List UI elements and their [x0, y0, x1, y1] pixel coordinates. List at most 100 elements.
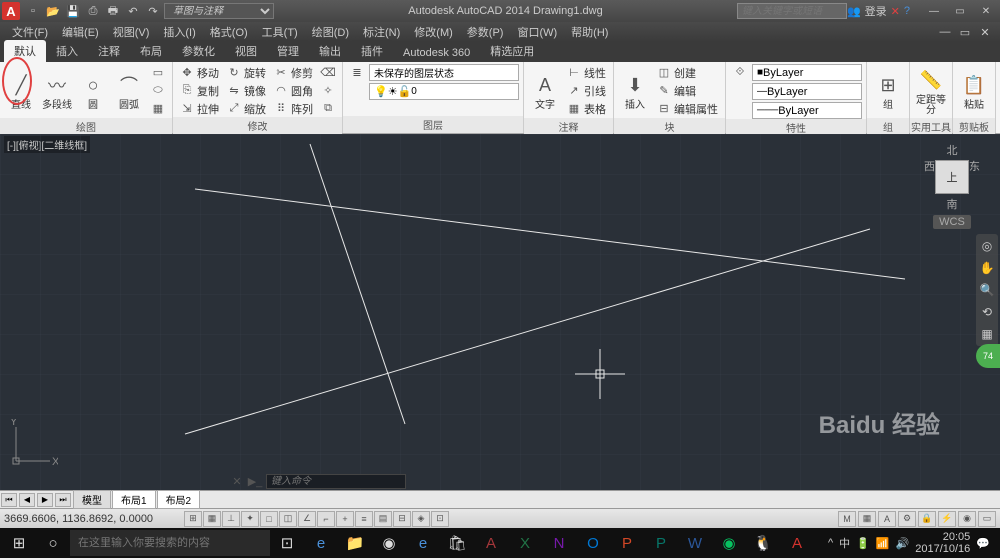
qp-toggle[interactable]: ⊟	[393, 511, 411, 527]
menu-tools[interactable]: 工具(T)	[256, 22, 304, 42]
measure-button[interactable]: 📏定距等分	[914, 64, 948, 118]
start-button[interactable]: ⊞	[2, 528, 36, 558]
viewcube-top[interactable]: 上	[935, 160, 969, 194]
linear-dim-button[interactable]: ⊢线性	[564, 64, 609, 81]
edit-block-button[interactable]: ✎编辑	[654, 82, 721, 99]
am-toggle[interactable]: ⊡	[431, 511, 449, 527]
viewcube[interactable]: 北 西上东 南 WCS	[922, 142, 982, 212]
tray-up-icon[interactable]: ^	[828, 537, 833, 549]
arc-button[interactable]: ⌒圆弧	[112, 64, 146, 118]
workspace-selector[interactable]: 草图与注释	[164, 3, 274, 19]
login-link[interactable]: 登录	[865, 3, 887, 19]
doc-minimize-button[interactable]: —	[936, 23, 954, 41]
app-publisher-icon[interactable]: P	[644, 528, 678, 558]
tab-manage[interactable]: 管理	[267, 40, 309, 62]
text-button[interactable]: A文字	[528, 64, 562, 118]
grid-toggle[interactable]: ▦	[203, 511, 221, 527]
app-store-icon[interactable]: 🛍	[440, 528, 474, 558]
3dosnap-toggle[interactable]: ◫	[279, 511, 297, 527]
tab-layout1[interactable]: 布局1	[112, 490, 156, 509]
isolate-button[interactable]: ◉	[958, 511, 976, 527]
doc-close-button[interactable]: ✕	[976, 23, 994, 41]
qv-button[interactable]: ▦	[858, 511, 876, 527]
tab-plugins[interactable]: 插件	[351, 40, 393, 62]
showmotion-icon[interactable]: ▦	[978, 325, 996, 343]
app-logo[interactable]: A	[2, 2, 20, 20]
tab-featured[interactable]: 精选应用	[480, 40, 544, 62]
tab-model[interactable]: 模型	[73, 490, 111, 509]
menu-insert[interactable]: 插入(I)	[157, 22, 201, 42]
app-wechat-icon[interactable]: ◉	[712, 528, 746, 558]
app-edge-icon[interactable]: e	[406, 528, 440, 558]
array-button[interactable]: ⠿阵列	[271, 100, 316, 117]
layer-state-combo[interactable]: 未保存的图层状态	[369, 64, 519, 81]
polar-toggle[interactable]: ✦	[241, 511, 259, 527]
group-button[interactable]: ⊞组	[871, 64, 905, 118]
mirror-button[interactable]: ⇋镜像	[224, 82, 269, 99]
polyline-button[interactable]: 〰多段线	[40, 64, 74, 118]
tab-parametric[interactable]: 参数化	[172, 40, 225, 62]
undo-icon[interactable]: ↶	[124, 2, 142, 20]
rotate-button[interactable]: ↻旋转	[224, 64, 269, 81]
app-ie-icon[interactable]: e	[304, 528, 338, 558]
create-block-button[interactable]: ◫创建	[654, 64, 721, 81]
doc-restore-button[interactable]: ▭	[956, 23, 974, 41]
scale-button[interactable]: ⤢缩放	[224, 100, 269, 117]
ortho-toggle[interactable]: ⊥	[222, 511, 240, 527]
line-button[interactable]: ╱直线	[4, 64, 38, 118]
match-props-button[interactable]: ⟐	[730, 64, 750, 81]
viewcube-north[interactable]: 北	[947, 142, 958, 158]
clean-screen-button[interactable]: ▭	[978, 511, 996, 527]
menu-edit[interactable]: 编辑(E)	[56, 22, 105, 42]
tray-wifi-icon[interactable]: 📶	[876, 537, 890, 550]
layer-props-button[interactable]: ≣	[347, 64, 367, 81]
app-access-icon[interactable]: A	[474, 528, 508, 558]
linetype-combo[interactable]: ─── ByLayer	[752, 102, 862, 119]
print-icon[interactable]: 🖶	[104, 2, 122, 20]
taskbar-clock[interactable]: 20:052017/10/16	[915, 531, 970, 555]
viewcube-east[interactable]: 东	[969, 158, 980, 196]
ducs-toggle[interactable]: ⌐	[317, 511, 335, 527]
snap-toggle[interactable]: ⊞	[184, 511, 202, 527]
menu-window[interactable]: 窗口(W)	[511, 22, 563, 42]
otrack-toggle[interactable]: ∠	[298, 511, 316, 527]
user-icon[interactable]: 👥	[847, 5, 861, 18]
app-ppt-icon[interactable]: P	[610, 528, 644, 558]
maximize-button[interactable]: ▭	[948, 3, 972, 19]
app-qq-icon[interactable]: 🐧	[746, 528, 780, 558]
tab-layout[interactable]: 布局	[130, 40, 172, 62]
notifications-icon[interactable]: 💬	[976, 537, 990, 550]
app-outlook-icon[interactable]: O	[576, 528, 610, 558]
viewcube-wcs[interactable]: WCS	[933, 215, 971, 229]
menu-modify[interactable]: 修改(M)	[408, 22, 459, 42]
exchange-icon[interactable]: ✕	[891, 5, 900, 18]
app-onenote-icon[interactable]: N	[542, 528, 576, 558]
taskbar-search-input[interactable]	[70, 530, 270, 556]
layer-combo[interactable]: 💡 ☀ 🔓 0	[369, 83, 519, 100]
green-badge[interactable]: 74	[976, 344, 1000, 368]
table-button[interactable]: ▦表格	[564, 100, 609, 117]
menu-format[interactable]: 格式(O)	[204, 22, 254, 42]
tab-insert[interactable]: 插入	[46, 40, 88, 62]
pan-icon[interactable]: ✋	[978, 259, 996, 277]
dyn-toggle[interactable]: +	[336, 511, 354, 527]
new-icon[interactable]: ▫	[24, 2, 42, 20]
tray-ime-icon[interactable]: 中	[839, 535, 850, 551]
stretch-button[interactable]: ⇲拉伸	[177, 100, 222, 117]
menu-param[interactable]: 参数(P)	[461, 22, 510, 42]
hatch-button[interactable]: ▦	[148, 100, 168, 117]
copy-button[interactable]: ⎘复制	[177, 82, 222, 99]
orbit-icon[interactable]: ⟲	[978, 303, 996, 321]
cmd-close-icon[interactable]: ✕	[230, 474, 244, 488]
drawing-canvas[interactable]: [-][俯视][二维线框] 北 西上东 南 WCS ◎ ✋ 🔍 ⟲ ▦ 74 Y…	[0, 134, 1000, 490]
tab-default[interactable]: 默认	[4, 40, 46, 62]
close-button[interactable]: ✕	[974, 3, 998, 19]
ws-button[interactable]: ⚙	[898, 511, 916, 527]
help-icon[interactable]: ?	[904, 5, 910, 17]
app-folder-icon[interactable]: 📁	[338, 528, 372, 558]
menu-draw[interactable]: 绘图(D)	[306, 22, 355, 42]
redo-icon[interactable]: ↷	[144, 2, 162, 20]
annoscale-button[interactable]: A	[878, 511, 896, 527]
paste-button[interactable]: 📋粘贴	[957, 64, 991, 118]
rect-button[interactable]: ▭	[148, 64, 168, 81]
